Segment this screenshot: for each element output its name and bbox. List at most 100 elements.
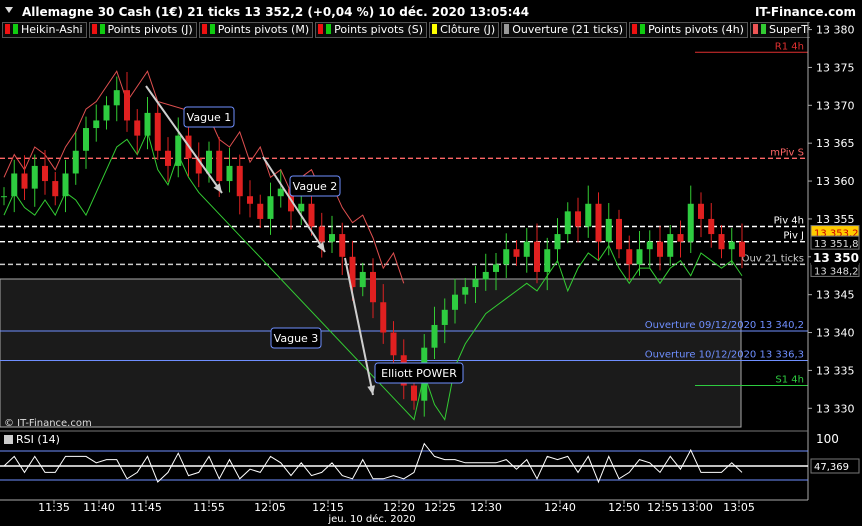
x-tick-label: 11:45 xyxy=(130,501,162,514)
copyright: © IT-Finance.com xyxy=(4,418,92,429)
candle-body xyxy=(21,173,28,189)
arrow-head xyxy=(316,242,325,252)
rsi-label-text: RSI (14) xyxy=(16,433,60,446)
y-tick-label: 13 340 xyxy=(816,327,855,340)
x-tick-label: 11:40 xyxy=(83,501,115,514)
y-tick-label: 13 355 xyxy=(816,213,855,226)
candle-body xyxy=(370,271,376,303)
candle-body xyxy=(31,165,38,189)
price-chart[interactable]: R1 4h mPiv S Piv 4h Piv J Ouv 21 ticks Ouvert… xyxy=(0,0,862,526)
candle-body xyxy=(257,203,264,219)
candle-body xyxy=(216,150,223,182)
candle-body xyxy=(267,196,274,219)
level-label: Piv J xyxy=(783,231,804,242)
candle-body xyxy=(103,105,110,121)
x-tick-label: 13:05 xyxy=(723,501,755,514)
candle-body xyxy=(728,241,735,250)
candle-body xyxy=(113,90,120,106)
candle-body xyxy=(390,332,397,356)
level-label: S1 4h xyxy=(775,375,804,386)
elliott-power-label-text: Elliott POWER xyxy=(381,367,457,380)
rsi-scale-top: 100 xyxy=(816,432,839,446)
candle-body xyxy=(605,218,612,242)
candle-body xyxy=(718,234,725,250)
candle-body xyxy=(72,150,79,174)
candle-body xyxy=(83,128,89,151)
level-label: mPiv S xyxy=(770,147,804,158)
candle-body xyxy=(698,203,704,219)
level-label: R1 4h xyxy=(775,41,804,52)
candle-body xyxy=(11,173,18,197)
wave3-label-text: Vague 3 xyxy=(274,332,319,345)
candle-body xyxy=(482,271,489,280)
arrow-head xyxy=(213,183,222,193)
candle-body xyxy=(175,135,182,166)
x-axis-date: jeu. 10 déc. 2020 xyxy=(327,513,415,525)
candle-body xyxy=(739,241,745,257)
candle-body xyxy=(144,112,151,136)
candle-body xyxy=(1,196,7,198)
y-tick-label: 13 360 xyxy=(816,175,855,188)
candle-body xyxy=(165,150,171,166)
y-tick-label: 13 380 xyxy=(816,24,855,37)
rsi-value: 47,369 xyxy=(814,462,849,473)
y-tick-label: 13 345 xyxy=(816,289,855,302)
candle-body xyxy=(677,234,684,242)
candle-body xyxy=(452,294,458,310)
candle-body xyxy=(585,203,592,227)
candle-body xyxy=(493,264,499,272)
candle-body xyxy=(595,203,602,242)
candle-body xyxy=(124,90,130,121)
candle-body xyxy=(329,234,335,242)
candle-body xyxy=(616,218,622,250)
candle-body xyxy=(431,324,438,348)
x-tick-label: 12:50 xyxy=(608,501,640,514)
candle-body xyxy=(308,203,315,227)
price-tag-label: 13 351,8 xyxy=(814,239,859,250)
candle-body xyxy=(339,234,346,257)
candle-body xyxy=(134,120,141,136)
candle-body xyxy=(359,271,366,288)
level-label: Ouverture 10/12/2020 13 336,3 xyxy=(645,350,804,361)
candle-body xyxy=(534,241,540,272)
candle-body xyxy=(441,309,448,325)
candle-body xyxy=(93,120,100,129)
x-tick-label: 12:55 xyxy=(647,501,679,514)
x-tick-label: 11:55 xyxy=(193,501,225,514)
y-tick-label: 13 370 xyxy=(816,99,855,112)
candle-body xyxy=(318,226,325,242)
x-tick-label: 12:25 xyxy=(424,501,456,514)
candle-body xyxy=(523,241,530,257)
candle-body xyxy=(154,112,161,151)
candle-body xyxy=(42,165,48,182)
candle-body xyxy=(667,234,674,257)
x-tick-label: 11:35 xyxy=(38,501,70,514)
wave1-label-text: Vague 1 xyxy=(187,111,232,124)
candle-body xyxy=(636,249,643,265)
candle-body xyxy=(646,241,653,250)
x-tick-label: 12:30 xyxy=(470,501,502,514)
candle-body xyxy=(708,218,715,235)
x-tick-label: 12:15 xyxy=(312,501,344,514)
candle-body xyxy=(52,181,59,197)
candle-body xyxy=(564,211,571,235)
y-tick-label: 13 375 xyxy=(816,61,855,74)
candle-body xyxy=(472,279,479,288)
candle-body xyxy=(544,249,551,272)
x-tick-label: 12:40 xyxy=(544,501,576,514)
candle-body xyxy=(298,203,305,212)
candle-body xyxy=(226,165,233,182)
candle-body xyxy=(626,249,633,265)
y-tick-label: 13 330 xyxy=(816,402,855,415)
rsi-legend[interactable]: RSI (14) xyxy=(4,433,60,446)
candle-body xyxy=(503,249,510,265)
x-tick-label: 12:20 xyxy=(383,501,415,514)
candle-body xyxy=(62,173,69,197)
price-tag-label: 13 348,2 xyxy=(814,266,859,277)
candle-body xyxy=(575,211,581,227)
candle-body xyxy=(380,302,387,333)
candle-body xyxy=(411,385,417,401)
x-tick-label: 12:05 xyxy=(254,501,286,514)
level-label: Piv 4h xyxy=(774,216,804,227)
candle-body xyxy=(687,203,694,242)
